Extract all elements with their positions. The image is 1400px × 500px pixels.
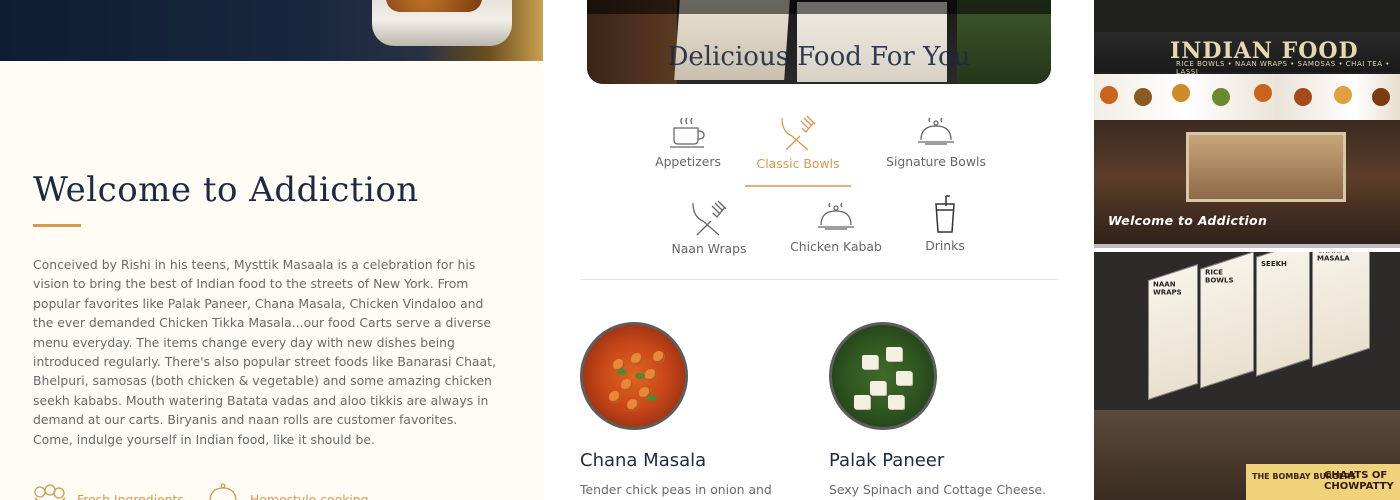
- gallery-photo-storefront[interactable]: INDIAN FOOD RICE BOWLS • NAAN WRAPS • SA…: [1094, 0, 1400, 248]
- cup-icon: [670, 117, 705, 148]
- dish-description: Sexy Spinach and Cottage Cheese.: [829, 482, 1047, 497]
- tab-label: Classic Bowls: [756, 156, 840, 171]
- feature-label: Homestyle cooking: [250, 491, 369, 500]
- intro-paragraph: Conceived by Rishi in his teens, Mysttik…: [33, 257, 496, 428]
- tab-label: Naan Wraps: [671, 241, 747, 256]
- dish-image: [580, 322, 688, 430]
- cloche-icon: [818, 202, 854, 230]
- tab-signature-bowls[interactable]: Signature Bowls: [876, 114, 996, 169]
- dish-card[interactable]: Chana Masala Tender chick peas in onion …: [580, 322, 810, 500]
- invite-paragraph: Come, indulge yourself in Indian food, l…: [33, 432, 375, 447]
- hero-food-image: [0, 0, 543, 61]
- dish-image: [829, 322, 937, 430]
- cloche-icon: [918, 117, 954, 145]
- cutlery-icon: [692, 200, 727, 236]
- feature-homestyle-cooking: Homestyle cooking: [206, 482, 369, 500]
- title-underline: [33, 224, 81, 227]
- menu-heading: Delicious Food For You: [667, 42, 971, 72]
- about-section: Welcome to Addiction Conceived by Rishi …: [0, 0, 543, 500]
- feature-label: Fresh Ingredients: [77, 491, 184, 500]
- ingredients-icon: [34, 484, 66, 500]
- welcome-title: Welcome to Addiction: [33, 170, 419, 210]
- photo-watermark: Welcome to Addiction: [1108, 213, 1268, 228]
- tab-label: Chicken Kabab: [790, 239, 882, 254]
- feature-fresh-ingredients: Fresh Ingredients: [33, 482, 184, 500]
- tab-drinks[interactable]: Drinks: [885, 194, 1005, 253]
- dish-name: Chana Masala: [580, 450, 707, 471]
- menu-pane: RICE BOWLS: [1200, 252, 1254, 389]
- tab-label: Drinks: [925, 238, 965, 253]
- tab-label: Signature Bowls: [886, 154, 986, 169]
- tab-label: Appetizers: [655, 154, 721, 169]
- cutlery-icon: [781, 115, 816, 151]
- tab-classic-bowls[interactable]: Classic Bowls: [745, 114, 851, 187]
- gallery-photo-counter[interactable]: NAAN WRAPS RICE BOWLS SEEKH CHANA MASALA…: [1094, 252, 1400, 500]
- menu-pane: CHANA MASALA: [1312, 252, 1370, 368]
- menu-pane: NAAN WRAPS: [1148, 263, 1198, 401]
- dish-name: Palak Paneer: [829, 450, 945, 471]
- bowl-image: [372, 0, 512, 46]
- tab-chicken-kabab[interactable]: Chicken Kabab: [776, 199, 896, 254]
- cloche-icon: [209, 483, 237, 500]
- drink-icon: [935, 195, 955, 233]
- tab-appetizers[interactable]: Appetizers: [628, 114, 748, 169]
- dish-card[interactable]: Palak Paneer Sexy Spinach and Cottage Ch…: [829, 322, 1059, 499]
- divider: [580, 279, 1058, 280]
- menu-pane: SEEKH: [1256, 252, 1310, 377]
- dish-description: Tender chick peas in onion and tomato: [580, 482, 772, 497]
- menu-board: [1094, 74, 1400, 122]
- menu-section: Delicious Food For You Appetizers Classi…: [543, 0, 1094, 500]
- gallery: INDIAN FOOD RICE BOWLS • NAAN WRAPS • SA…: [1094, 0, 1400, 500]
- counter-plaque: THE BOMBAY BURGERS CHAATS OF CHOWPATTY: [1246, 464, 1400, 500]
- service-window: [1186, 132, 1346, 202]
- tab-naan-wraps[interactable]: Naan Wraps: [649, 199, 769, 256]
